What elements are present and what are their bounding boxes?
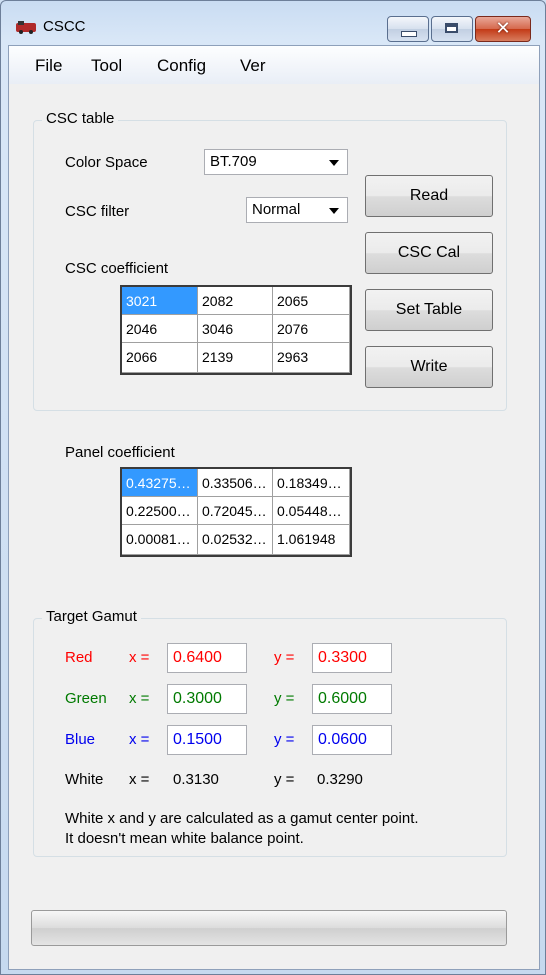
title-bar[interactable]: CSCC ✕ [1,1,545,45]
csc-filter-value: Normal [252,201,301,218]
target-gamut-title: Target Gamut [42,608,141,625]
color-space-value: BT.709 [210,153,257,170]
green-x-label: x = [129,690,150,707]
grid-cell[interactable]: 2082 [198,287,273,315]
grid-cell[interactable]: 1.061948 [273,525,350,555]
grid-cell[interactable]: 2963 [273,343,350,373]
green-y-label: y = [274,690,295,707]
grid-cell[interactable]: 0.02532… [198,525,273,555]
green-x-input[interactable]: 0.3000 [167,684,247,714]
grid-cell[interactable]: 0.05448… [273,497,350,525]
app-window: CSCC ✕ File Tool Config Ver CSC table Co… [0,0,546,975]
grid-cell[interactable]: 0.72045… [198,497,273,525]
csc-filter-label: CSC filter [65,203,130,220]
grid-cell[interactable]: 3021 [122,287,198,315]
grid-cell[interactable]: 0.33506… [198,469,273,497]
menu-ver[interactable]: Ver [240,56,266,76]
csc-filter-select[interactable]: Normal [246,197,348,223]
minimize-button[interactable] [387,16,429,42]
csc-cal-button[interactable]: CSC Cal [365,232,493,274]
grid-cell[interactable]: 0.18349… [273,469,350,497]
grid-cell[interactable]: 2065 [273,287,350,315]
red-y-input[interactable]: 0.3300 [312,643,392,673]
gamut-note-line1: White x and y are calculated as a gamut … [65,810,419,827]
panel-coefficient-grid[interactable]: 0.43275… 0.33506… 0.18349… 0.22500… 0.72… [120,467,352,557]
chevron-down-icon [329,160,339,166]
client-area: File Tool Config Ver CSC table Color Spa… [8,45,540,970]
blue-x-input[interactable]: 0.1500 [167,725,247,755]
grid-cell[interactable]: 0.43275… [122,469,198,497]
close-icon: ✕ [495,18,511,39]
white-x-label: x = [129,771,150,788]
app-icon [16,21,36,34]
write-button[interactable]: Write [365,346,493,388]
grid-cell[interactable]: 0.00081… [122,525,198,555]
red-x-input[interactable]: 0.6400 [167,643,247,673]
green-label: Green [65,690,107,707]
red-y-label: y = [274,649,295,666]
white-x-value: 0.3130 [173,771,219,788]
menu-file[interactable]: File [35,56,62,76]
progress-bar [31,910,507,946]
maximize-button[interactable] [431,16,473,42]
white-y-value: 0.3290 [317,771,363,788]
chevron-down-icon [329,208,339,214]
menu-bar: File Tool Config Ver [9,46,539,84]
window-title: CSCC [43,18,86,35]
grid-cell[interactable]: 2066 [122,343,198,373]
grid-cell[interactable]: 2046 [122,315,198,343]
grid-cell[interactable]: 2139 [198,343,273,373]
panel-coefficient-label: Panel coefficient [65,444,175,461]
blue-y-label: y = [274,731,295,748]
gamut-note-line2: It doesn't mean white balance point. [65,830,304,847]
white-label: White [65,771,104,788]
color-space-label: Color Space [65,154,148,171]
csc-coefficient-label: CSC coefficient [65,260,169,277]
green-y-input[interactable]: 0.6000 [312,684,392,714]
menu-config[interactable]: Config [157,56,206,76]
set-table-button[interactable]: Set Table [365,289,493,331]
close-button[interactable]: ✕ [475,16,531,42]
read-button[interactable]: Read [365,175,493,217]
red-label: Red [65,649,93,666]
color-space-select[interactable]: BT.709 [204,149,348,175]
grid-cell[interactable]: 2076 [273,315,350,343]
red-x-label: x = [129,649,150,666]
blue-y-input[interactable]: 0.0600 [312,725,392,755]
white-y-label: y = [274,771,295,788]
grid-cell[interactable]: 3046 [198,315,273,343]
csc-coefficient-grid[interactable]: 3021 2082 2065 2046 3046 2076 2066 2139 … [120,285,352,375]
grid-cell[interactable]: 0.22500… [122,497,198,525]
blue-label: Blue [65,731,96,748]
blue-x-label: x = [129,731,150,748]
menu-tool[interactable]: Tool [91,56,122,76]
csc-table-title: CSC table [42,110,119,127]
